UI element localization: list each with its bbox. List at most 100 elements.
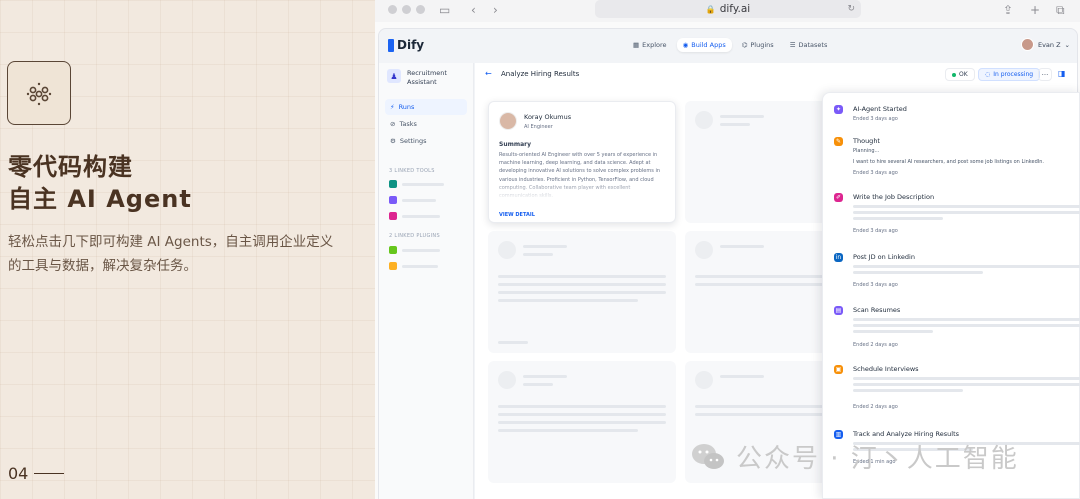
reload-icon[interactable]: ↻ [847, 4, 855, 14]
step-title: Thought [853, 137, 880, 145]
text-placeholder [523, 245, 567, 248]
promo-title-line2: 自主 AI Agent [8, 185, 192, 213]
address-bar[interactable]: 🔒 dify.ai ↻ [595, 0, 861, 18]
step-time: Ended 3 days ago [853, 282, 898, 288]
dify-logo-mark [388, 38, 394, 52]
candidate-avatar [499, 112, 517, 130]
text-placeholder [523, 383, 553, 386]
nav-tabs: ▦ Explore ◉ Build Apps ⌬ Plugins ☰ Datasets [627, 38, 833, 52]
step-title: Track and Analyze Hiring Results [853, 430, 960, 438]
plugin-icon [389, 262, 397, 270]
text-placeholder [498, 299, 638, 302]
tabs-overview-icon[interactable]: ⧉ [1056, 3, 1065, 18]
back-arrow-icon[interactable]: ‹ [471, 3, 476, 17]
pen-icon: ✐ [834, 193, 843, 202]
page-number-line [34, 473, 65, 474]
avatar-placeholder [695, 241, 713, 259]
step-time: Ended 3 days ago [853, 116, 898, 122]
tab-datasets[interactable]: ☰ Datasets [784, 38, 834, 52]
window-minimize-dot[interactable] [402, 5, 411, 14]
sidebar-item-runs[interactable]: ⚡ Runs [385, 99, 467, 115]
text-placeholder [720, 375, 764, 378]
back-arrow-icon[interactable]: ← [485, 69, 492, 78]
step-time: Ended 3 days ago [853, 228, 898, 234]
text-placeholder [498, 413, 666, 416]
step-time: Ended 3 days ago [853, 170, 898, 176]
agent-icon: ✦ [834, 105, 843, 114]
processing-label: In processing [993, 71, 1034, 78]
dify-logo-text: Dify [397, 38, 425, 52]
window-close-dot[interactable] [388, 5, 397, 14]
sidebar-item-label: Settings [399, 137, 427, 145]
page-title: Analyze Hiring Results [501, 70, 580, 78]
step-title: Post JD on Linkedin [853, 253, 915, 261]
status-dot-icon [952, 72, 956, 77]
text-placeholder [523, 253, 553, 256]
forward-arrow-icon[interactable]: › [493, 3, 498, 17]
explore-icon: ▦ [633, 41, 640, 49]
text-placeholder [498, 275, 666, 278]
promo-description: 轻松点击几下即可构建 AI Agents，自主调用企业定义的工具与数据，解决复杂… [8, 234, 334, 274]
recruitment-app-icon: ♟ [387, 69, 401, 83]
tab-explore[interactable]: ▦ Explore [627, 38, 673, 52]
panel-toggle-icon[interactable]: ◨ [1058, 69, 1066, 78]
candidate-card-placeholder [488, 361, 676, 483]
spinner-icon: ◌ [985, 71, 991, 78]
text-placeholder [720, 245, 764, 248]
text-placeholder [853, 330, 933, 333]
sidebar-item-settings[interactable]: ⚙ Settings [385, 133, 467, 149]
agent-grid-icon [7, 61, 71, 125]
lock-icon: 🔒 [705, 4, 716, 14]
promo-panel: 零代码构建 自主 AI Agent 轻松点击几下即可构建 AI Agents，自… [0, 0, 375, 499]
step-title: AI-Agent Started [853, 105, 907, 113]
avatar-placeholder [695, 111, 713, 129]
gear-icon: ⚙ [390, 137, 396, 145]
avatar-placeholder [695, 371, 713, 389]
text-placeholder [853, 265, 1080, 268]
text-placeholder [720, 115, 764, 118]
browser-toolbar: ▭ ‹ › 🔒 dify.ai ↻ ⇪ + ⧉ [375, 0, 1080, 22]
tab-build-apps[interactable]: ◉ Build Apps [676, 38, 732, 52]
candidate-card[interactable]: Koray Okumus AI Engineer Summary Results… [488, 101, 676, 223]
linked-plugin-item[interactable] [389, 262, 438, 270]
sidebar-toggle-icon[interactable]: ▭ [439, 3, 450, 17]
share-icon[interactable]: ⇪ [1003, 3, 1013, 17]
step-time: Ended 2 days ago [853, 404, 898, 410]
status-badge-ok: OK [945, 68, 975, 81]
text-placeholder [853, 217, 943, 220]
dify-logo[interactable]: Dify [388, 38, 424, 52]
tab-plugins-label: Plugins [750, 41, 774, 49]
text-placeholder [853, 205, 1080, 208]
tab-build-apps-label: Build Apps [691, 41, 726, 49]
user-name: Evan Z [1037, 40, 1061, 49]
linked-tool-item[interactable] [389, 180, 444, 188]
window-zoom-dot[interactable] [416, 5, 425, 14]
more-button[interactable]: ··· [1038, 68, 1052, 81]
ok-label: OK [959, 71, 968, 78]
text-placeholder [853, 271, 983, 274]
url-text: dify.ai [719, 3, 751, 15]
sidebar-item-tasks[interactable]: ⊘ Tasks [385, 116, 467, 132]
new-tab-icon[interactable]: + [1030, 3, 1040, 17]
tool-name-placeholder [402, 214, 440, 218]
text-placeholder [523, 375, 567, 378]
user-menu[interactable]: Evan Z ⌄ [1020, 38, 1070, 51]
text-placeholder [853, 389, 963, 392]
chevron-down-icon: ⌄ [1064, 40, 1070, 49]
tab-plugins[interactable]: ⌬ Plugins [736, 38, 780, 52]
text-placeholder [498, 291, 666, 294]
sidebar: ♟ Recruitment Assistant ⚡ Runs ⊘ Tasks ⚙ Se… [379, 63, 474, 499]
app-name: Recruitment Assistant [407, 69, 447, 86]
summary-label: Summary [499, 141, 532, 148]
linked-plugin-item[interactable] [389, 246, 440, 254]
candidate-name: Koray Okumus [524, 113, 572, 121]
linked-tool-item[interactable] [389, 196, 436, 204]
linked-tool-item[interactable] [389, 212, 440, 220]
view-detail-link[interactable]: VIEW DETAIL [499, 212, 535, 218]
tool-name-placeholder [402, 198, 436, 202]
document-icon: ▤ [834, 306, 843, 315]
text-placeholder [853, 377, 1080, 380]
text-placeholder [498, 421, 666, 424]
linked-plugins-heading: 2 LINKED PLUGINS [389, 233, 440, 239]
tool-icon [389, 196, 397, 204]
